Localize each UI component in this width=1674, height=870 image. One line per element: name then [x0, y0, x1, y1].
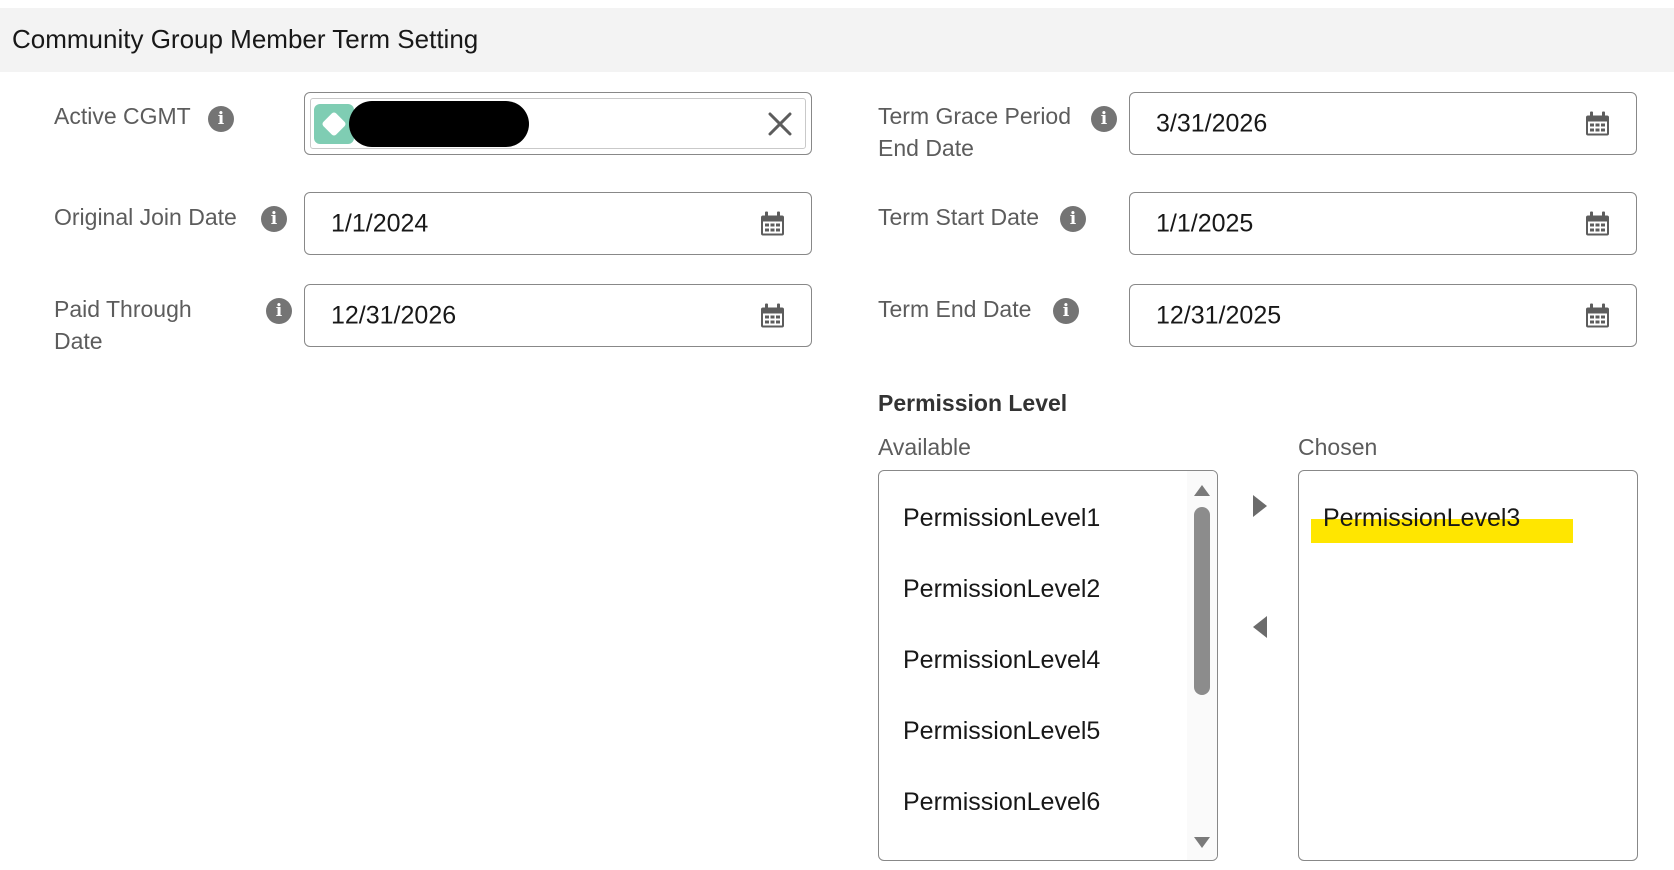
term-end-date-input[interactable]: 12/31/2025 [1129, 284, 1637, 347]
term-start-date-label: Term Start Date [878, 204, 1040, 230]
arrow-right-icon [1253, 495, 1267, 517]
original-join-date-input[interactable]: 1/1/2024 [304, 192, 812, 255]
list-item[interactable]: PermissionLevel5 [903, 717, 1100, 746]
active-cgmt-lookup[interactable] [304, 92, 812, 155]
scroll-up-arrow-icon[interactable] [1194, 485, 1210, 496]
move-to-available-button[interactable] [1245, 612, 1275, 642]
chosen-label: Chosen [1298, 434, 1378, 460]
list-item[interactable]: PermissionLevel3 [1323, 504, 1520, 533]
close-icon[interactable] [765, 109, 795, 139]
term-end-date-label: Term End Date [878, 296, 1032, 322]
term-grace-period-end-date-input[interactable]: 3/31/2026 [1129, 92, 1637, 155]
available-listbox[interactable]: PermissionLevel1 PermissionLevel2 Permis… [878, 470, 1218, 861]
paid-through-date-label-line1: Paid Through [54, 296, 192, 322]
paid-through-date-input[interactable]: 12/31/2026 [304, 284, 812, 347]
list-item[interactable]: PermissionLevel6 [903, 788, 1100, 817]
chosen-listbox[interactable]: PermissionLevel3 [1298, 470, 1638, 861]
info-icon[interactable]: i [1060, 206, 1086, 232]
original-join-date-value: 1/1/2024 [331, 209, 429, 237]
info-icon[interactable]: i [261, 206, 287, 232]
term-start-date-input[interactable]: 1/1/2025 [1129, 192, 1637, 255]
available-label: Available [878, 434, 971, 460]
paid-through-date-label-line2: Date [54, 328, 103, 354]
paid-through-date-value: 12/31/2026 [331, 301, 457, 329]
redacted-record-name [349, 101, 529, 147]
term-grace-period-end-date-value: 3/31/2026 [1156, 109, 1268, 137]
calendar-icon[interactable] [1585, 211, 1610, 236]
calendar-icon[interactable] [760, 303, 785, 328]
term-grace-period-label-line2: End Date [878, 135, 974, 161]
info-icon[interactable]: i [1091, 106, 1117, 132]
calendar-icon[interactable] [760, 211, 785, 236]
original-join-date-label: Original Join Date [54, 204, 237, 230]
term-end-date-value: 12/31/2025 [1156, 301, 1282, 329]
section-title: Community Group Member Term Setting [12, 24, 479, 54]
arrow-left-icon [1253, 616, 1267, 638]
scrollbar[interactable] [1187, 471, 1217, 860]
info-icon[interactable]: i [1053, 298, 1079, 324]
list-item[interactable]: PermissionLevel4 [903, 646, 1100, 675]
move-to-chosen-button[interactable] [1245, 491, 1275, 521]
info-icon[interactable]: i [266, 298, 292, 324]
term-start-date-value: 1/1/2025 [1156, 209, 1254, 237]
record-avatar-icon [314, 104, 354, 144]
list-item[interactable]: PermissionLevel1 [903, 504, 1100, 533]
calendar-icon[interactable] [1585, 303, 1610, 328]
scroll-down-arrow-icon[interactable] [1194, 837, 1210, 848]
calendar-icon[interactable] [1585, 111, 1610, 136]
list-item[interactable]: PermissionLevel2 [903, 575, 1100, 604]
term-grace-period-label-line1: Term Grace Period [878, 103, 1072, 129]
permission-level-title: Permission Level [878, 390, 1068, 416]
scrollbar-thumb[interactable] [1194, 507, 1210, 695]
info-icon[interactable]: i [208, 106, 234, 132]
active-cgmt-label: Active CGMT [54, 103, 191, 129]
